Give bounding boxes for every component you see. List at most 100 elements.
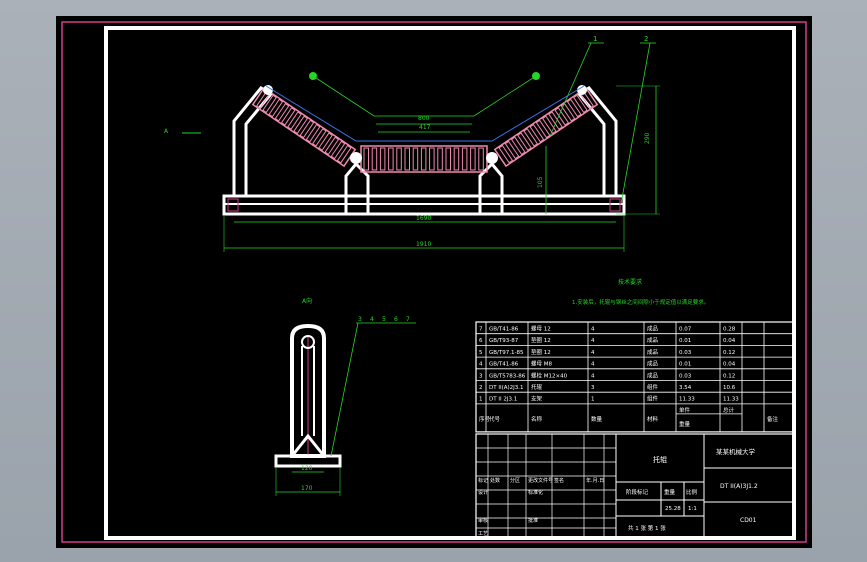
bom-cell-w2: 11.33	[723, 397, 739, 403]
dim-170: 170	[301, 485, 313, 492]
bom-cell-w2: 0.12	[723, 373, 735, 379]
bom-header-qty: 数量	[591, 415, 603, 423]
bom-cell-material: 成品	[647, 371, 659, 379]
bom-row: 1 DT II 2J3.1 支架 1 组件 11.33 11.33	[479, 395, 739, 403]
inner-frame	[104, 26, 796, 540]
bom-cell-w1: 3.54	[679, 385, 692, 391]
bom-row: 3 GB/T5783-86 螺栓 M12×40 4 成品 0.03 0.12	[479, 371, 735, 379]
bom-cell-no: 1	[479, 397, 483, 403]
bom-cell-material: 成品	[647, 336, 659, 344]
bom-cell-code: GB/T93-87	[489, 338, 519, 344]
titleblock-approve-label: 批准	[528, 517, 538, 524]
bom-cell-qty: 4	[591, 350, 595, 356]
bom-row: 7 GB/T41-86 螺母 12 4 成品 0.07 0.28	[479, 325, 736, 333]
bom-cell-material: 成品	[647, 348, 659, 356]
bom-cell-qty: 3	[591, 385, 595, 391]
bom-cell-w2: 0.28	[723, 327, 736, 333]
bom-cell-qty: 4	[591, 362, 595, 368]
bom-cell-name: 螺母 M8	[531, 360, 552, 368]
callout-2: 2	[644, 35, 648, 43]
bom-cell-no: 2	[479, 385, 483, 391]
callout-4: 4	[370, 316, 374, 323]
belt-outline	[265, 85, 585, 142]
drawing-number: DT II(A)3J1.2	[720, 483, 758, 490]
stage-label: 阶段标记	[626, 488, 649, 496]
side-view: 120 170 3 4 5 6 7	[274, 316, 416, 496]
section-view-label: A向	[302, 297, 312, 305]
bom-cell-material: 成品	[647, 360, 659, 368]
titleblock-sign-label: 签名	[554, 477, 564, 484]
bom-cell-no: 5	[479, 350, 483, 356]
bom-cell-no: 6	[479, 338, 483, 344]
titleblock-design-label: 设计	[478, 489, 488, 496]
bom-header-w2: 总计	[723, 406, 735, 414]
bom-cell-no: 4	[479, 362, 483, 368]
bom-cell-w2: 0.04	[723, 338, 736, 344]
bom-cell-name: 支架	[531, 395, 543, 403]
outer-border	[61, 21, 807, 543]
bom-header-remark: 备注	[767, 415, 779, 423]
bom-cell-w2: 0.12	[723, 350, 735, 356]
bom-cell-w1: 0.03	[679, 373, 692, 379]
bom-cell-no: 7	[479, 327, 483, 333]
bom-cell-qty: 4	[591, 338, 595, 344]
drawing-canvas: 800 417 1690 1910 290 105 1 2 A A向 120 1…	[56, 16, 812, 548]
bom-cell-name: 螺母 12	[531, 325, 551, 333]
part-name: 托辊	[653, 455, 667, 464]
bom-cell-w1: 11.33	[679, 397, 695, 403]
bom-header-w1: 单件	[679, 406, 691, 414]
bom-header-code: 代号	[489, 415, 501, 423]
bom-cell-w1: 0.01	[679, 338, 691, 344]
titleblock-count-label: 处数	[490, 477, 500, 484]
bom-cell-code: GB/T41-86	[489, 327, 519, 333]
titleblock-change-label: 更改文件号	[528, 477, 553, 484]
bom-header-material: 材料	[647, 415, 659, 423]
dim-290: 290	[644, 132, 651, 144]
bom-cell-code: GB/T97.1-85	[489, 350, 524, 356]
bom-cell-code: DT II(A)2J3.1	[489, 385, 524, 391]
bom-header-weight: 重量	[679, 420, 691, 428]
scale-value: 1:1	[688, 506, 697, 512]
bom-cell-material: 组件	[647, 395, 659, 403]
dim-120: 120	[301, 465, 313, 472]
titleblock-mark-label: 标记	[478, 477, 488, 484]
school-name: 某某机械大学	[716, 447, 756, 456]
dim-1690: 1690	[416, 215, 431, 222]
weight-value: 25.28	[665, 506, 681, 512]
callout-7: 7	[406, 316, 410, 323]
bom-cell-w2: 0.04	[723, 362, 736, 368]
titleblock-std-label: 标准化	[528, 489, 543, 496]
top-view: 800 417 1690 1910 290 105 1 2 A	[164, 35, 660, 252]
bom-cell-name: 螺栓 M12×40	[531, 371, 568, 379]
bom-cell-name: 垫圈 12	[531, 348, 551, 356]
drawing-code: CD01	[740, 517, 757, 524]
bom-header-name: 名称	[531, 415, 543, 423]
bom-cell-w1: 0.07	[679, 327, 692, 333]
bom-cell-qty: 4	[591, 327, 595, 333]
bom-row: 5 GB/T97.1-85 垫圈 12 4 成品 0.03 0.12	[479, 348, 735, 356]
callout-3: 3	[358, 316, 362, 323]
dim-417: 417	[419, 124, 431, 131]
weight-label: 重量	[664, 488, 676, 496]
titleblock-zone-label: 分区	[510, 477, 520, 484]
bom-cell-w2: 10.6	[723, 385, 736, 391]
bom-cell-w1: 0.03	[679, 350, 692, 356]
callout-1: 1	[593, 35, 597, 43]
dim-105: 105	[537, 176, 544, 188]
bom-cell-code: GB/T5783-86	[489, 373, 526, 379]
bom-cell-material: 组件	[647, 383, 659, 391]
callout-5: 5	[382, 316, 386, 323]
bom-cell-code: DT II 2J3.1	[489, 397, 517, 403]
bom-row: 4 GB/T41-86 螺母 M8 4 成品 0.01 0.04	[479, 360, 736, 368]
title-block: 标记 处数 分区 更改文件号 签名 年.月.日设计 标准化审核工艺批准 托辊 某某机械大学 …	[475, 433, 795, 539]
notes-title: 技术要求	[618, 278, 642, 286]
titleblock-check-label: 审核	[478, 517, 488, 524]
bom-cell-name: 托辊	[531, 383, 543, 391]
bom-row: 2 DT II(A)2J3.1 托辊 3 组件 3.54 10.6	[479, 383, 736, 391]
bom-table: 7 GB/T41-86 螺母 12 4 成品 0.07 0.28 6 GB/T93-87 垫圈 1…	[475, 321, 795, 433]
dim-800: 800	[418, 115, 430, 122]
bom-cell-material: 成品	[647, 325, 659, 333]
dim-1910: 1910	[416, 241, 431, 248]
titleblock-date-label: 年.月.日	[586, 477, 604, 484]
bom-cell-qty: 4	[591, 373, 595, 379]
